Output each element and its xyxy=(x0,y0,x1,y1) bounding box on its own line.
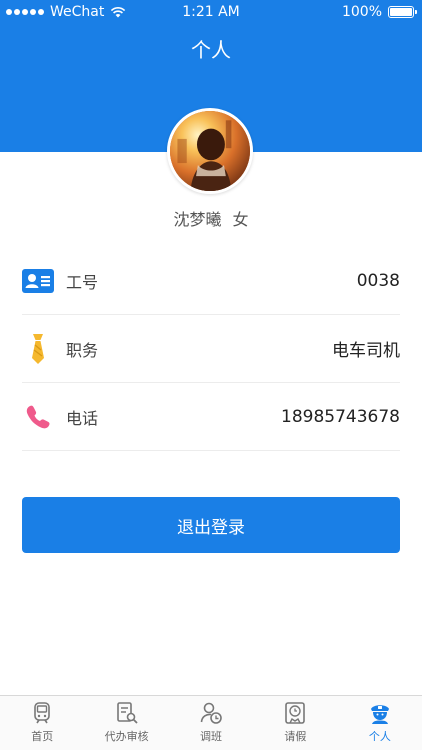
tab-shift[interactable]: 调班 xyxy=(169,696,253,750)
tab-label: 个人 xyxy=(368,730,391,743)
info-list: 工号 0038 职务 电车司机 电话 18985743678 xyxy=(22,247,400,451)
logout-button[interactable]: 退出登录 xyxy=(22,497,400,553)
tab-label: 首页 xyxy=(31,730,54,743)
id-card-icon xyxy=(22,265,54,297)
tie-icon xyxy=(22,333,54,365)
page-title: 个人 xyxy=(191,38,231,62)
tab-bar: 首页 代办审核 调班 请假 个人 xyxy=(0,695,422,750)
status-right: 100% xyxy=(341,4,417,20)
user-name-line: 沈梦曦 女 xyxy=(0,206,422,230)
avatar[interactable] xyxy=(167,108,253,194)
train-icon xyxy=(34,702,51,724)
shift-swap-icon xyxy=(200,702,222,724)
status-bar: WeChat 1:21 AM 100% xyxy=(0,0,422,24)
info-value: 0038 xyxy=(356,270,400,291)
info-label: 电话 xyxy=(66,408,99,428)
battery-percent: 100% xyxy=(341,4,382,20)
info-row-employee-id: 工号 0038 xyxy=(22,247,400,315)
info-value: 电车司机 xyxy=(332,341,400,361)
tab-label: 调班 xyxy=(200,730,223,743)
info-value: 18985743678 xyxy=(281,406,400,427)
tab-label: 请假 xyxy=(284,730,307,743)
info-label: 工号 xyxy=(66,272,99,292)
user-name: 沈梦曦 xyxy=(173,210,222,229)
battery-icon xyxy=(388,6,417,18)
tab-profile[interactable]: 个人 xyxy=(338,696,422,750)
info-row-position: 职务 电车司机 xyxy=(22,315,400,383)
user-gender: 女 xyxy=(232,210,249,229)
tab-leave[interactable]: 请假 xyxy=(253,696,337,750)
review-doc-icon xyxy=(116,702,138,724)
tab-label: 代办审核 xyxy=(104,730,149,743)
tab-home[interactable]: 首页 xyxy=(0,696,84,750)
avatar-photo xyxy=(170,111,250,191)
info-label: 职务 xyxy=(66,340,99,360)
tab-review[interactable]: 代办审核 xyxy=(84,696,168,750)
info-row-phone[interactable]: 电话 18985743678 xyxy=(22,383,400,451)
phone-icon xyxy=(22,401,54,433)
leave-icon xyxy=(285,702,306,724)
driver-icon xyxy=(370,705,389,724)
app-screen: WeChat 1:21 AM 100% 个人 沈梦曦 女 工号 0038 职务 … xyxy=(0,0,422,750)
